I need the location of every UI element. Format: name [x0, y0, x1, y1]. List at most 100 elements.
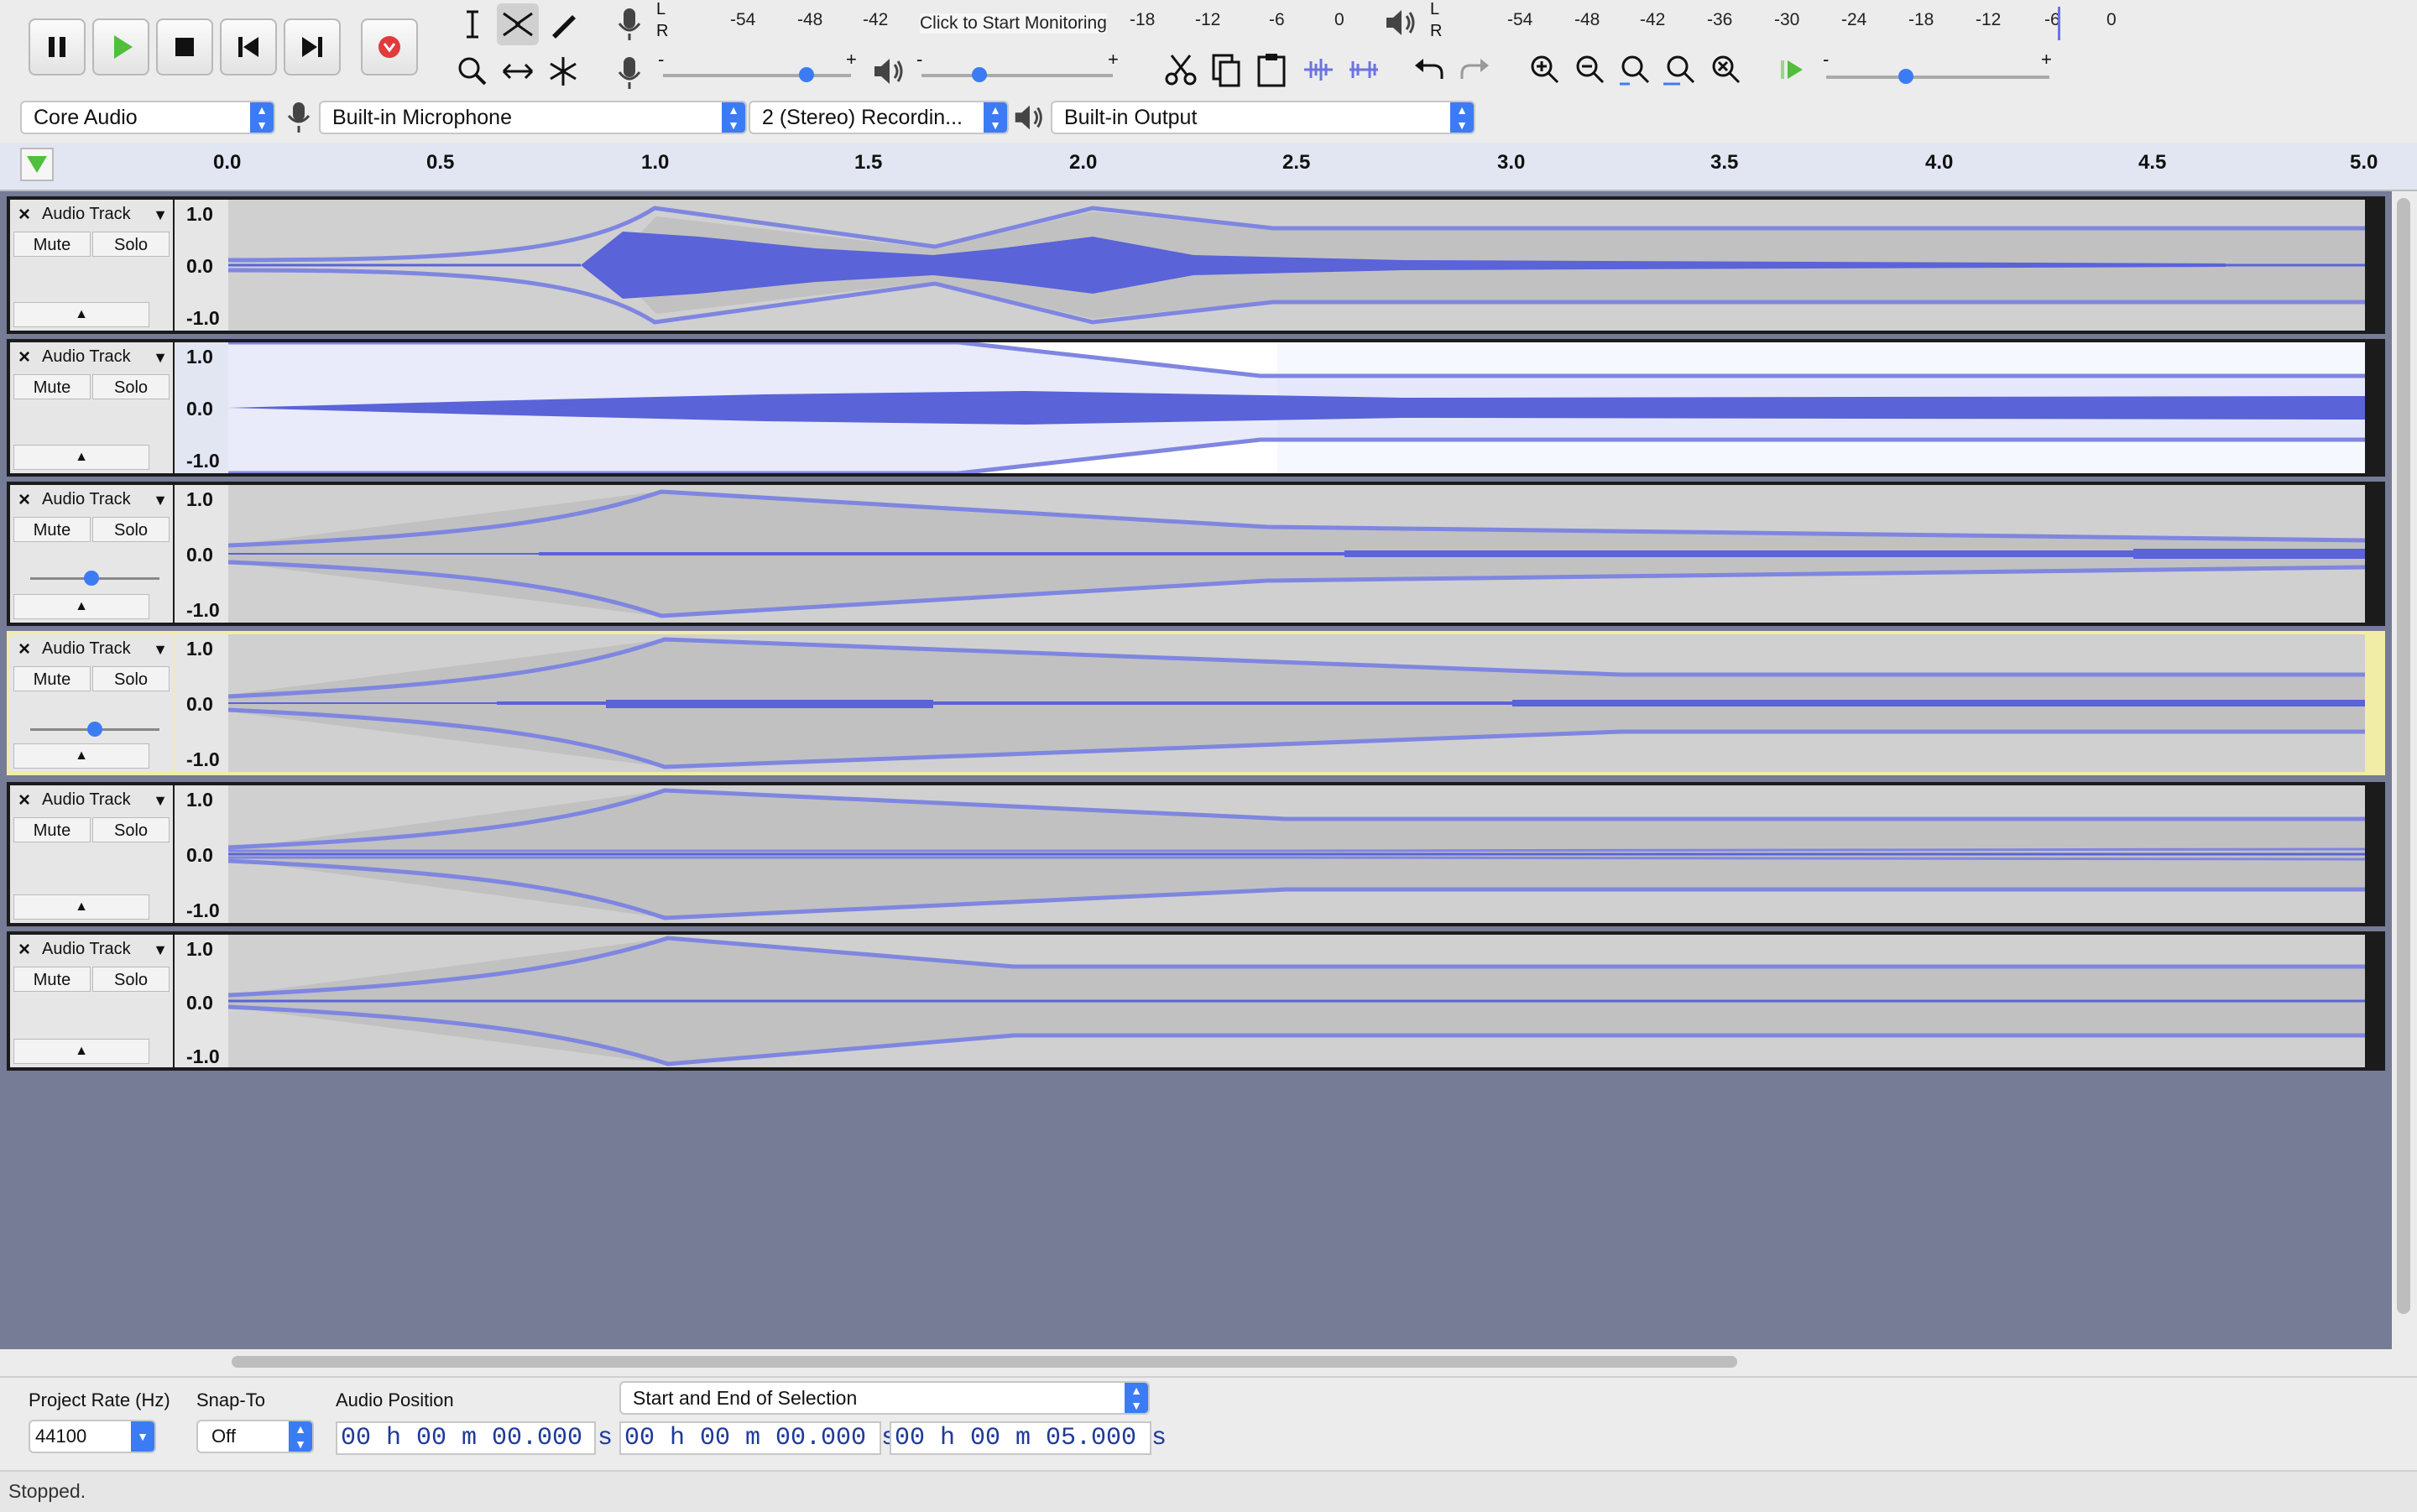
mute-button[interactable]: Mute: [13, 967, 91, 992]
track-control-panel[interactable]: × Audio Track ▼ Mute Solo ▲: [10, 634, 173, 772]
selection-mode-select[interactable]: Start and End of Selection ▲ ▼: [619, 1381, 1150, 1415]
vertical-scrollbar[interactable]: [2392, 191, 2417, 1349]
audio-track-5[interactable]: × Audio Track ▼ Mute Solo ▲ 1.0 0.0 -1.0: [7, 782, 2385, 926]
close-track-icon[interactable]: ×: [18, 638, 30, 661]
monitor-text[interactable]: Click to Start Monitoring: [920, 13, 1107, 34]
waveform[interactable]: [228, 485, 2365, 623]
collapse-track-button[interactable]: ▲: [13, 1039, 149, 1064]
project-rate-select[interactable]: 44100 ▼: [29, 1420, 156, 1453]
playback-volume-slider[interactable]: [921, 67, 1113, 82]
zoom-tool[interactable]: [452, 50, 493, 92]
skip-to-end-button[interactable]: [284, 18, 341, 76]
output-device-select[interactable]: Built-in Output ▲ ▼: [1051, 101, 1475, 134]
timeline-ruler[interactable]: [0, 143, 2417, 191]
close-track-icon[interactable]: ×: [18, 938, 30, 962]
collapse-track-button[interactable]: ▲: [13, 302, 149, 327]
track-name[interactable]: Audio Track: [42, 490, 131, 509]
solo-button[interactable]: Solo: [92, 374, 170, 399]
waveform[interactable]: [228, 935, 2365, 1067]
track-menu-arrow-icon[interactable]: ▼: [153, 641, 168, 659]
paste-icon[interactable]: [1252, 50, 1291, 89]
slider-thumb[interactable]: [799, 67, 814, 82]
zoom-out-icon[interactable]: [1571, 50, 1610, 89]
selection-end-field[interactable]: 00 h 00 m 05.000 s: [890, 1421, 1167, 1455]
mute-button[interactable]: Mute: [13, 232, 91, 257]
play-speed-slider[interactable]: [1826, 69, 2049, 84]
snap-to-select[interactable]: Off ▲ ▼: [196, 1420, 314, 1453]
audio-position-field[interactable]: 00 h 00 m 00.000 s: [336, 1421, 613, 1455]
audio-track-6[interactable]: × Audio Track ▼ Mute Solo ▲ 1.0 0.0 -1.0: [7, 931, 2385, 1071]
play-button[interactable]: [92, 18, 149, 76]
collapse-track-button[interactable]: ▲: [13, 894, 149, 920]
cut-icon[interactable]: [1162, 50, 1200, 89]
solo-button[interactable]: Solo: [92, 232, 170, 257]
gain-slider[interactable]: [30, 571, 159, 586]
audio-host-select[interactable]: Core Audio ▲ ▼: [20, 101, 275, 134]
trim-audio-icon[interactable]: [1299, 50, 1338, 89]
solo-button[interactable]: Solo: [92, 666, 170, 691]
mute-button[interactable]: Mute: [13, 374, 91, 399]
track-control-panel[interactable]: × Audio Track ▼ Mute Solo ▲: [10, 785, 173, 923]
close-track-icon[interactable]: ×: [18, 203, 30, 227]
fit-selection-icon[interactable]: [1616, 50, 1655, 89]
selection-start-field[interactable]: 00 h 00 m 00.000 s: [619, 1421, 896, 1455]
close-track-icon[interactable]: ×: [18, 488, 30, 512]
track-control-panel[interactable]: × Audio Track ▼ Mute Solo ▲: [10, 342, 173, 473]
pause-button[interactable]: [29, 18, 86, 76]
gain-slider[interactable]: [30, 722, 159, 737]
envelope-tool[interactable]: [497, 3, 539, 45]
slider-thumb[interactable]: [1898, 69, 1913, 84]
close-track-icon[interactable]: ×: [18, 789, 30, 812]
slider-thumb[interactable]: [972, 67, 987, 82]
track-menu-arrow-icon[interactable]: ▼: [153, 492, 168, 509]
track-menu-arrow-icon[interactable]: ▼: [153, 349, 168, 367]
track-menu-arrow-icon[interactable]: ▼: [153, 941, 168, 959]
track-control-panel[interactable]: × Audio Track ▼ Mute Solo ▲: [10, 935, 173, 1067]
fit-project-icon[interactable]: [1662, 50, 1700, 89]
silence-audio-icon[interactable]: [1344, 50, 1383, 89]
input-channels-select[interactable]: 2 (Stereo) Recordin... ▲ ▼: [749, 101, 1009, 134]
time-shift-tool[interactable]: [497, 50, 539, 92]
horizontal-scrollbar[interactable]: [227, 1349, 2392, 1374]
recording-meter[interactable]: -54 -48 -42 Click to Start Monitoring -1…: [671, 10, 1344, 44]
mute-button[interactable]: Mute: [13, 817, 91, 842]
zoom-in-icon[interactable]: [1526, 50, 1564, 89]
selection-tool[interactable]: [452, 3, 493, 45]
draw-tool[interactable]: [542, 3, 584, 45]
track-name[interactable]: Audio Track: [42, 940, 131, 959]
audio-track-3[interactable]: × Audio Track ▼ Mute Solo ▲ 1.0 0.0 -1.0: [7, 482, 2385, 626]
solo-button[interactable]: Solo: [92, 967, 170, 992]
close-track-icon[interactable]: ×: [18, 346, 30, 369]
waveform[interactable]: [228, 200, 2365, 331]
track-control-panel[interactable]: × Audio Track ▼ Mute Solo ▲: [10, 200, 173, 331]
audio-track-4-selected[interactable]: × Audio Track ▼ Mute Solo ▲ 1.0 0.0 -1.0: [7, 631, 2385, 775]
mute-button[interactable]: Mute: [13, 666, 91, 691]
scrollbar-thumb[interactable]: [2397, 198, 2410, 1314]
multi-tool[interactable]: [542, 50, 584, 92]
copy-icon[interactable]: [1207, 50, 1245, 89]
undo-icon[interactable]: [1410, 50, 1449, 89]
play-at-speed-icon[interactable]: [1772, 50, 1811, 89]
solo-button[interactable]: Solo: [92, 817, 170, 842]
slider-thumb[interactable]: [87, 722, 102, 737]
redo-icon[interactable]: [1455, 50, 1494, 89]
slider-thumb[interactable]: [84, 571, 99, 586]
track-menu-arrow-icon[interactable]: ▼: [153, 206, 168, 224]
skip-to-start-button[interactable]: [220, 18, 277, 76]
audio-track-1[interactable]: × Audio Track ▼ Mute Solo ▲ 1.0 0.0 -1.0: [7, 196, 2385, 334]
track-name[interactable]: Audio Track: [42, 639, 131, 659]
collapse-track-button[interactable]: ▲: [13, 445, 149, 470]
waveform[interactable]: [228, 634, 2365, 772]
playback-meter[interactable]: -54 -48 -42 -36 -30 -24 -18 -12 -6 0: [1443, 10, 2132, 44]
stop-button[interactable]: [156, 18, 213, 76]
waveform[interactable]: [228, 342, 2365, 473]
playhead-triangle-icon[interactable]: [20, 148, 54, 181]
track-name[interactable]: Audio Track: [42, 205, 131, 224]
recording-volume-slider[interactable]: [663, 67, 851, 82]
collapse-track-button[interactable]: ▲: [13, 743, 149, 769]
waveform[interactable]: [228, 785, 2365, 923]
mute-button[interactable]: Mute: [13, 517, 91, 542]
scrollbar-thumb[interactable]: [232, 1356, 1737, 1368]
audio-track-2[interactable]: × Audio Track ▼ Mute Solo ▲ 1.0 0.0 -1.0: [7, 339, 2385, 477]
track-name[interactable]: Audio Track: [42, 347, 131, 367]
